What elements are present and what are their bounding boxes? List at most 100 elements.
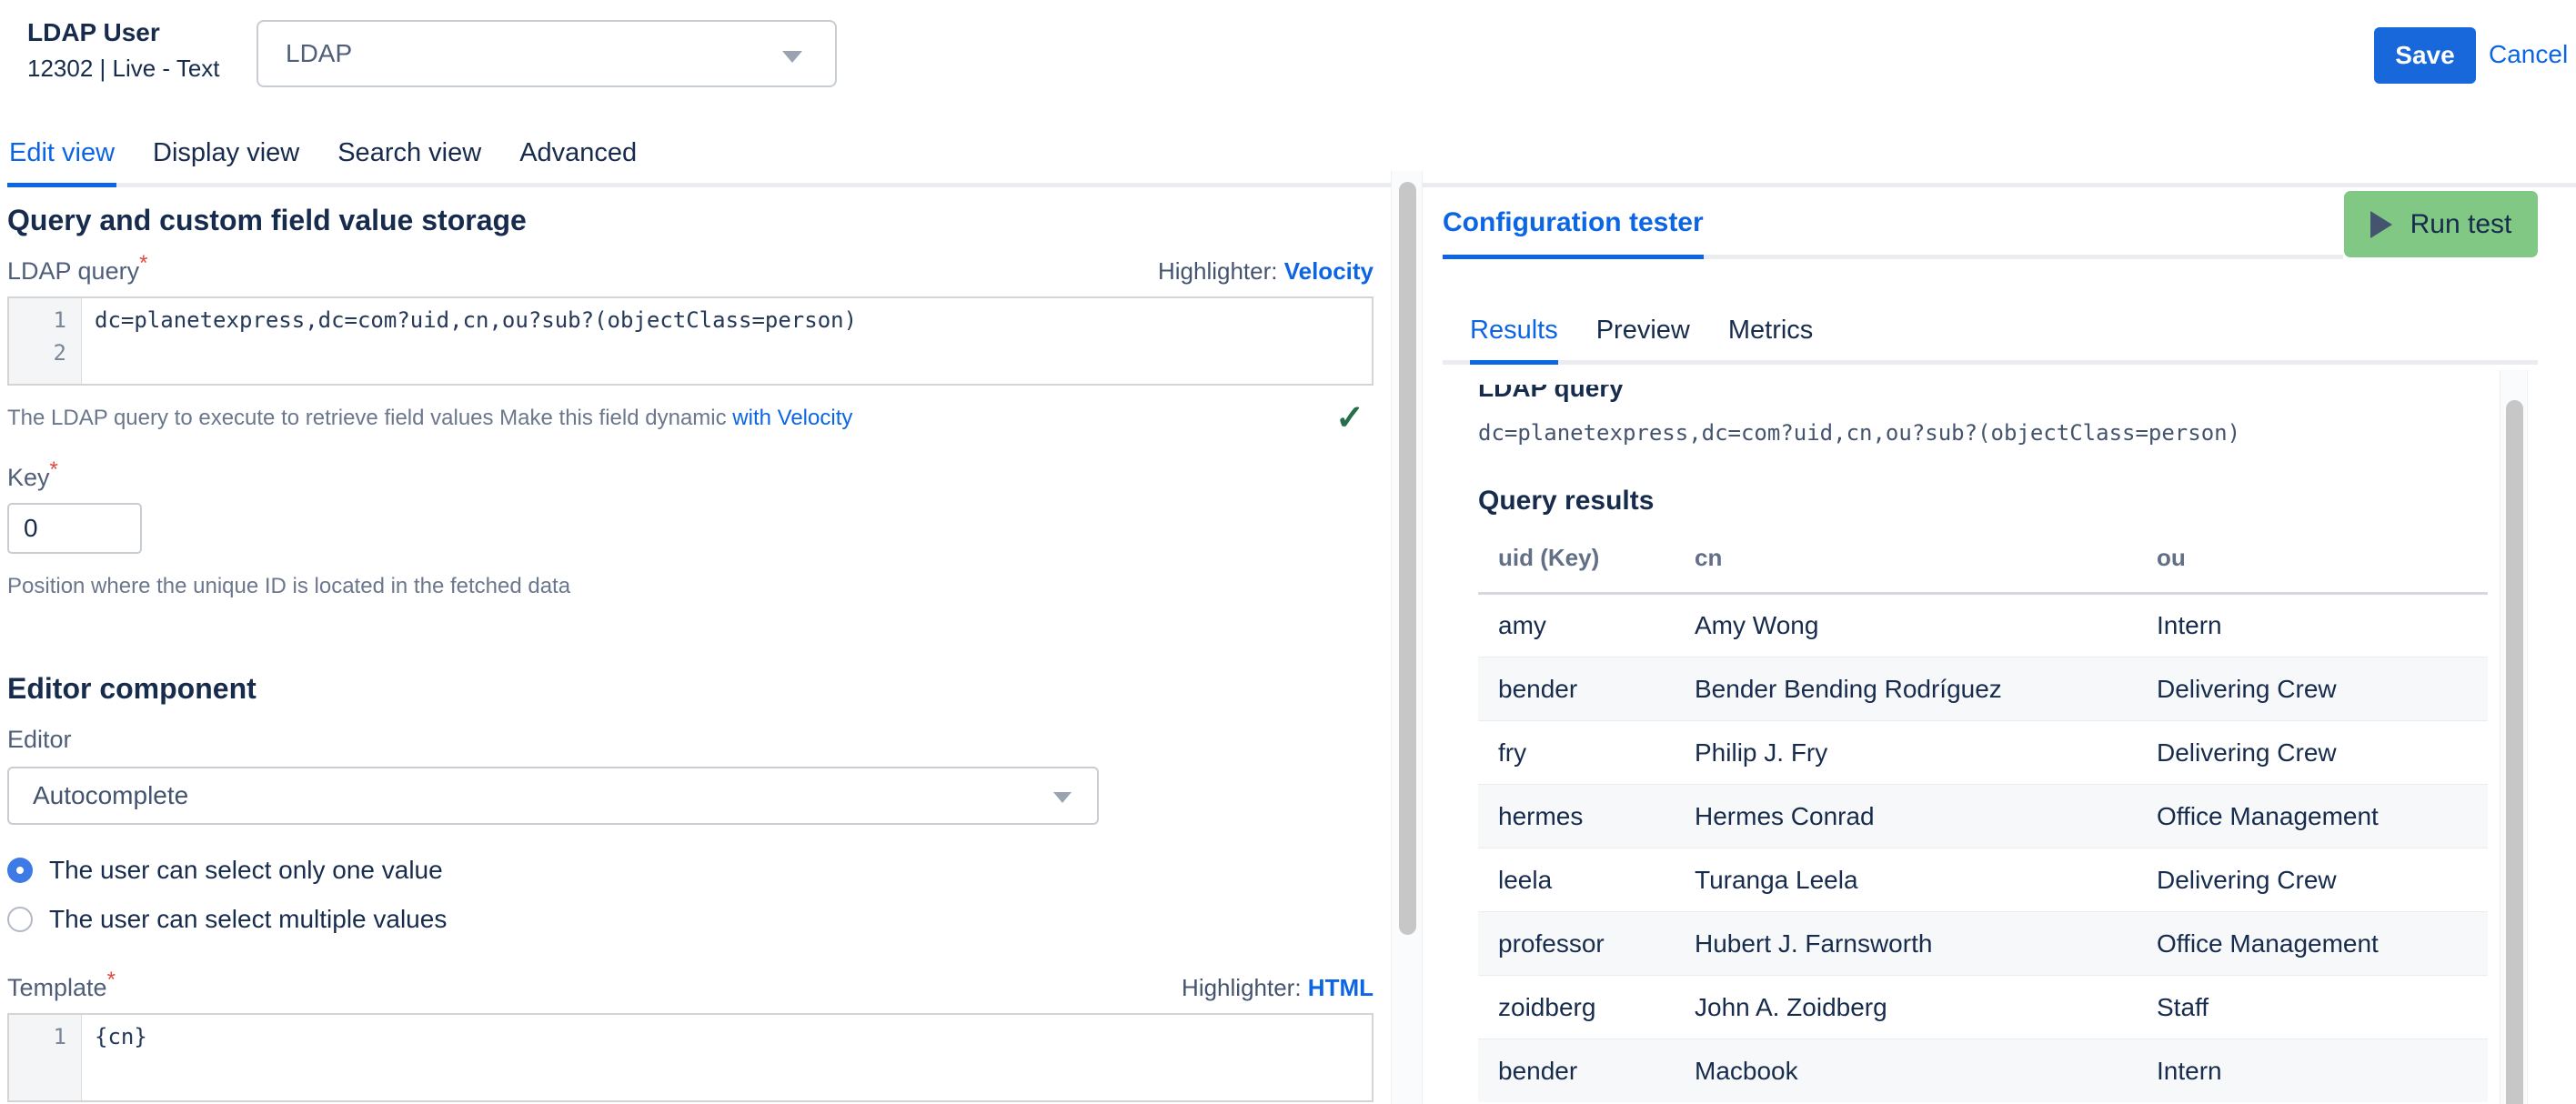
run-test-button[interactable]: Run test [2344, 191, 2538, 257]
required-asterisk: * [139, 251, 147, 276]
tab-results[interactable]: Results [1470, 316, 1558, 365]
highlighter-html-link[interactable]: HTML [1308, 974, 1374, 1001]
table-cell: bender [1478, 1039, 1695, 1103]
table-cell: bender [1478, 657, 1695, 721]
query-results-heading: Query results [1478, 486, 2538, 517]
ldap-field-config-page: LDAP User 12302 | Live - Text LDAP Save … [0, 0, 2576, 1104]
configuration-tester-panel: Configuration tester Run test Results Pr… [1443, 182, 2538, 1102]
table-cell: Office Management [2157, 912, 2488, 976]
tester-header: Configuration tester Run test [1443, 182, 2538, 259]
results-scroll-area[interactable]: LDAP query dc=planetexpress,dc=com?uid,c… [1443, 385, 2538, 1102]
table-cell: Staff [2157, 976, 2488, 1039]
tab-search-view[interactable]: Search view [336, 138, 483, 183]
column-header: ou [2157, 538, 2488, 594]
results-table-head: uid (Key)cnou [1478, 538, 2488, 594]
table-row: leelaTuranga LeelaDelivering Crew [1478, 848, 2488, 912]
highlighter-velocity-link[interactable]: Velocity [1284, 257, 1374, 285]
table-cell: zoidberg [1478, 976, 1695, 1039]
save-button[interactable]: Save [2374, 27, 2476, 84]
column-header: uid (Key) [1478, 538, 1695, 594]
editor-label: Editor [7, 726, 1374, 754]
results-ldap-query-heading: LDAP query [1478, 385, 2538, 404]
table-cell: Delivering Crew [2157, 657, 2488, 721]
tab-advanced[interactable]: Advanced [518, 138, 639, 183]
table-cell: hermes [1478, 785, 1695, 848]
tab-display-view[interactable]: Display view [151, 138, 301, 183]
required-asterisk: * [50, 457, 58, 482]
storage-section-title: Query and custom field value storage [7, 204, 1374, 237]
view-tabs: Edit view Display view Search view Advan… [7, 138, 2576, 187]
ldap-query-editor[interactable]: 12 dc=planetexpress,dc=com?uid,cn,ou?sub… [7, 296, 1374, 386]
radio-single-value[interactable]: The user can select only one value [7, 856, 1374, 885]
ldap-query-label-row: LDAP query* Highlighter: Velocity [7, 257, 1374, 286]
scrollbar-thumb[interactable] [2506, 400, 2523, 1104]
results-table-body: amyAmy WongInternbenderBender Bending Ro… [1478, 594, 2488, 1103]
field-title-block: LDAP User 12302 | Live - Text [27, 18, 220, 83]
valid-check-icon: ✓ [1335, 406, 1364, 431]
ldap-query-help-row: The LDAP query to execute to retrieve fi… [7, 406, 1374, 431]
template-code[interactable]: {cn} [82, 1015, 1372, 1100]
table-row: benderBender Bending RodríguezDelivering… [1478, 657, 2488, 721]
key-label: Key* [7, 464, 1374, 492]
template-label-row: Template* Highlighter: HTML [7, 974, 1374, 1002]
tester-tabs: Results Preview Metrics [1443, 316, 2538, 365]
with-velocity-link[interactable]: with Velocity [732, 406, 852, 430]
radio-unselected-icon[interactable] [7, 907, 33, 932]
radio-multiple-values[interactable]: The user can select multiple values [7, 905, 1374, 934]
table-cell: leela [1478, 848, 1695, 912]
tester-titlebar: Configuration tester [1443, 182, 2343, 259]
ldap-query-help: The LDAP query to execute to retrieve fi… [7, 406, 852, 431]
table-cell: fry [1478, 721, 1695, 785]
table-cell: Hermes Conrad [1695, 785, 2157, 848]
table-cell: Delivering Crew [2157, 721, 2488, 785]
results-ldap-query-value: dc=planetexpress,dc=com?uid,cn,ou?sub?(o… [1478, 420, 2538, 446]
radio-selected-icon[interactable] [7, 858, 33, 883]
table-row: amyAmy WongIntern [1478, 594, 2488, 657]
tab-preview[interactable]: Preview [1596, 316, 1690, 360]
line-number: 1 [9, 1020, 66, 1053]
play-icon [2370, 211, 2392, 238]
table-cell: Intern [2157, 1039, 2488, 1103]
cancel-link[interactable]: Cancel [2489, 40, 2568, 69]
scrollbar-thumb[interactable] [1399, 182, 1416, 935]
table-cell: professor [1478, 912, 1695, 976]
left-panel-scrollbar[interactable] [1391, 171, 1423, 1104]
selection-mode-radio-group: The user can select only one value The u… [7, 856, 1374, 934]
results-scrollbar[interactable] [2500, 370, 2528, 1104]
table-cell: Hubert J. Farnsworth [1695, 912, 2157, 976]
code-line: dc=planetexpress,dc=com?uid,cn,ou?sub?(o… [95, 304, 1372, 336]
tab-configuration-tester[interactable]: Configuration tester [1443, 207, 1704, 259]
template-label: Template* [7, 974, 116, 1002]
datasource-select-value: LDAP [286, 39, 352, 68]
table-cell: Macbook [1695, 1039, 2157, 1103]
editor-section-title: Editor component [7, 672, 1374, 706]
key-input[interactable] [7, 503, 142, 554]
tab-metrics[interactable]: Metrics [1728, 316, 1813, 360]
line-number: 2 [9, 336, 66, 369]
table-cell: Intern [2157, 594, 2488, 657]
template-editor[interactable]: 1 {cn} [7, 1013, 1374, 1102]
datasource-select[interactable]: LDAP [257, 20, 837, 87]
table-cell: Turanga Leela [1695, 848, 2157, 912]
template-highlighter: Highlighter: HTML [1182, 974, 1374, 1002]
ldap-query-highlighter: Highlighter: Velocity [1158, 257, 1374, 286]
table-cell: amy [1478, 594, 1695, 657]
tab-edit-view[interactable]: Edit view [7, 138, 116, 187]
editor-select[interactable]: Autocomplete [7, 767, 1099, 825]
edit-view-panel: Query and custom field value storage LDA… [7, 182, 1374, 1102]
ldap-query-label: LDAP query* [7, 257, 147, 286]
line-number-gutter: 12 [9, 298, 82, 384]
code-line: {cn} [95, 1020, 1372, 1053]
table-cell: Delivering Crew [2157, 848, 2488, 912]
query-results-table: uid (Key)cnou amyAmy WongInternbenderBen… [1478, 538, 2488, 1102]
ldap-query-code[interactable]: dc=planetexpress,dc=com?uid,cn,ou?sub?(o… [82, 298, 1372, 384]
table-row: fryPhilip J. FryDelivering Crew [1478, 721, 2488, 785]
page-title: LDAP User [27, 18, 220, 47]
field-id-status: 12302 | Live - Text [27, 55, 220, 83]
table-cell: Office Management [2157, 785, 2488, 848]
table-cell: Philip J. Fry [1695, 721, 2157, 785]
table-row: benderMacbookIntern [1478, 1039, 2488, 1103]
editor-select-value: Autocomplete [33, 781, 188, 810]
chevron-down-icon [1053, 792, 1072, 803]
table-cell: John A. Zoidberg [1695, 976, 2157, 1039]
